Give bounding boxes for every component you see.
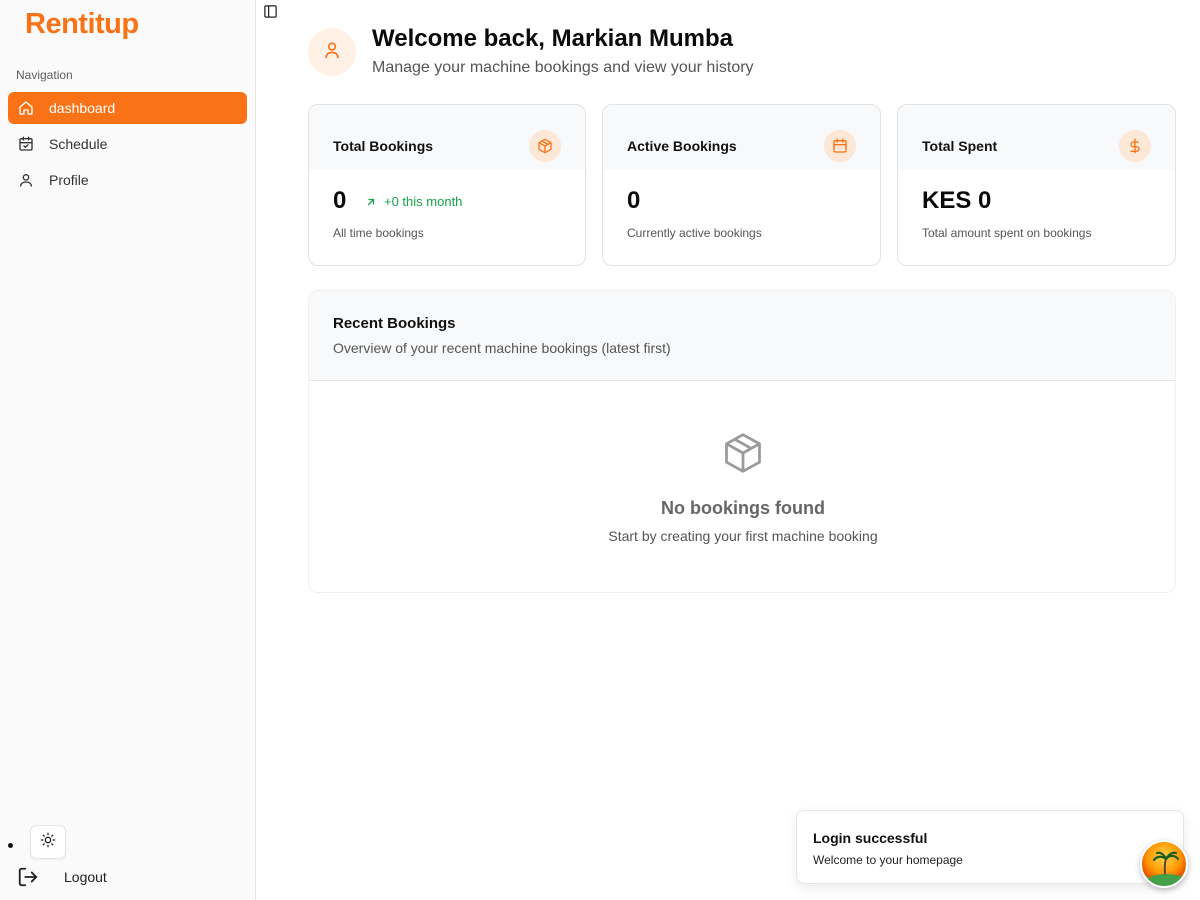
dollar-icon [1119, 130, 1151, 162]
toast-title: Login successful [813, 830, 928, 846]
card-header: Total Spent [898, 105, 1175, 170]
card-description: Total amount spent on bookings [922, 226, 1092, 240]
trend-indicator: +0 this month [364, 194, 462, 209]
panel-title: Recent Bookings [333, 315, 456, 332]
card-title: Total Bookings [333, 138, 434, 154]
empty-state-subtitle: Start by creating your first machine boo… [608, 528, 878, 544]
logout-icon [16, 865, 40, 889]
calendar-icon [824, 130, 856, 162]
nav-section-label: Navigation [16, 68, 73, 82]
sidebar-item-label: Profile [49, 172, 89, 188]
card-header: Total Bookings [309, 105, 585, 170]
sidebar-item-dashboard[interactable]: dashboard [8, 92, 247, 124]
sun-icon [40, 832, 56, 853]
home-icon [18, 100, 34, 116]
user-icon [18, 172, 34, 188]
sidebar-item-label: Schedule [49, 136, 108, 152]
stat-card-active-bookings: Active Bookings 0 Currently active booki… [602, 104, 881, 266]
theme-toggle-button[interactable] [30, 825, 66, 859]
empty-state-title: No bookings found [661, 498, 825, 518]
calendar-check-icon [18, 136, 34, 152]
card-value: KES 0 [922, 187, 992, 214]
app-root: Rentitup Navigation dashboard Schedule P… [0, 0, 1200, 900]
card-description: All time bookings [333, 226, 424, 240]
sidebar: Rentitup Navigation dashboard Schedule P… [0, 0, 256, 900]
page-title: Welcome back, Markian Mumba [372, 25, 734, 52]
recent-bookings-panel: Recent Bookings Overview of your recent … [308, 290, 1176, 593]
user-icon [322, 40, 342, 65]
package-icon [721, 431, 765, 475]
card-value: 0 [627, 187, 641, 214]
floating-assistant-avatar[interactable] [1140, 840, 1188, 888]
page-subtitle: Manage your machine bookings and view yo… [372, 59, 754, 76]
sidebar-item-label: dashboard [49, 100, 116, 116]
sidebar-toggle-button[interactable] [262, 4, 278, 24]
card-value: 0 [333, 187, 347, 214]
card-description: Currently active bookings [627, 226, 762, 240]
toast-notification[interactable]: Login successful Welcome to your homepag… [796, 810, 1184, 884]
sidebar-item-schedule[interactable]: Schedule [8, 128, 247, 160]
panel-left-icon [263, 4, 278, 24]
user-avatar [308, 28, 356, 76]
card-header: Active Bookings [603, 105, 880, 170]
logout-button[interactable]: Logout [16, 864, 107, 890]
stat-card-total-bookings: Total Bookings 0 +0 this month All time … [308, 104, 586, 266]
list-bullet [8, 843, 13, 848]
package-icon [529, 130, 561, 162]
brand-logo[interactable]: Rentitup [25, 8, 139, 41]
toast-message: Welcome to your homepage [813, 853, 963, 867]
card-title: Active Bookings [627, 138, 737, 154]
panel-header: Recent Bookings Overview of your recent … [309, 291, 1175, 381]
arrow-up-right-icon [364, 195, 378, 209]
sidebar-item-profile[interactable]: Profile [8, 164, 247, 196]
panel-subtitle: Overview of your recent machine bookings… [333, 340, 671, 356]
trend-text: +0 this month [384, 194, 463, 209]
stat-card-total-spent: Total Spent KES 0 Total amount spent on … [897, 104, 1176, 266]
card-title: Total Spent [922, 138, 998, 154]
logout-label: Logout [64, 869, 107, 885]
